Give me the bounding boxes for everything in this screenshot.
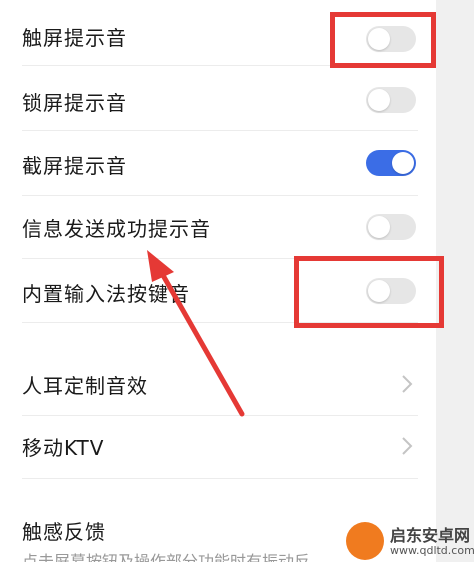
setting-row-message-sent-sound[interactable]: 信息发送成功提示音 [0,195,436,260]
setting-label: 锁屏提示音 [22,91,127,115]
setting-label: 触感反馈 [22,520,106,544]
toggle-knob [368,89,390,111]
chevron-right-icon [402,375,413,393]
chevron-right-icon [402,437,413,455]
setting-row-mobile-ktv[interactable]: 移动KTV [0,415,436,480]
setting-label: 信息发送成功提示音 [22,217,211,241]
divider [22,478,418,479]
setting-label: 截屏提示音 [22,154,127,178]
setting-label: 人耳定制音效 [22,374,148,398]
toggle-knob [368,216,390,238]
annotation-highlight-box [330,12,436,68]
setting-label: 内置输入法按键音 [22,282,190,306]
setting-row-screenshot-sound[interactable]: 截屏提示音 [0,130,436,196]
setting-row-ear-custom-sound[interactable]: 人耳定制音效 [0,350,436,416]
toggle-knob [392,152,414,174]
setting-row-lock-sound[interactable]: 锁屏提示音 [0,65,436,131]
haptics-description: 点击屏幕按钮及操作部分功能时有振动反 [22,552,311,562]
watermark-logo-icon [346,522,384,560]
annotation-highlight-box [294,256,444,328]
setting-label: 移动KTV [22,436,105,460]
watermark-url: www.qdltd.com [390,544,474,557]
toggle-switch[interactable] [366,214,416,240]
site-watermark: 启东安卓网 www.qdltd.com [342,520,474,562]
toggle-switch[interactable] [366,87,416,113]
watermark-title: 启东安卓网 [390,526,471,545]
setting-label: 触屏提示音 [22,26,127,50]
toggle-switch[interactable] [366,150,416,176]
